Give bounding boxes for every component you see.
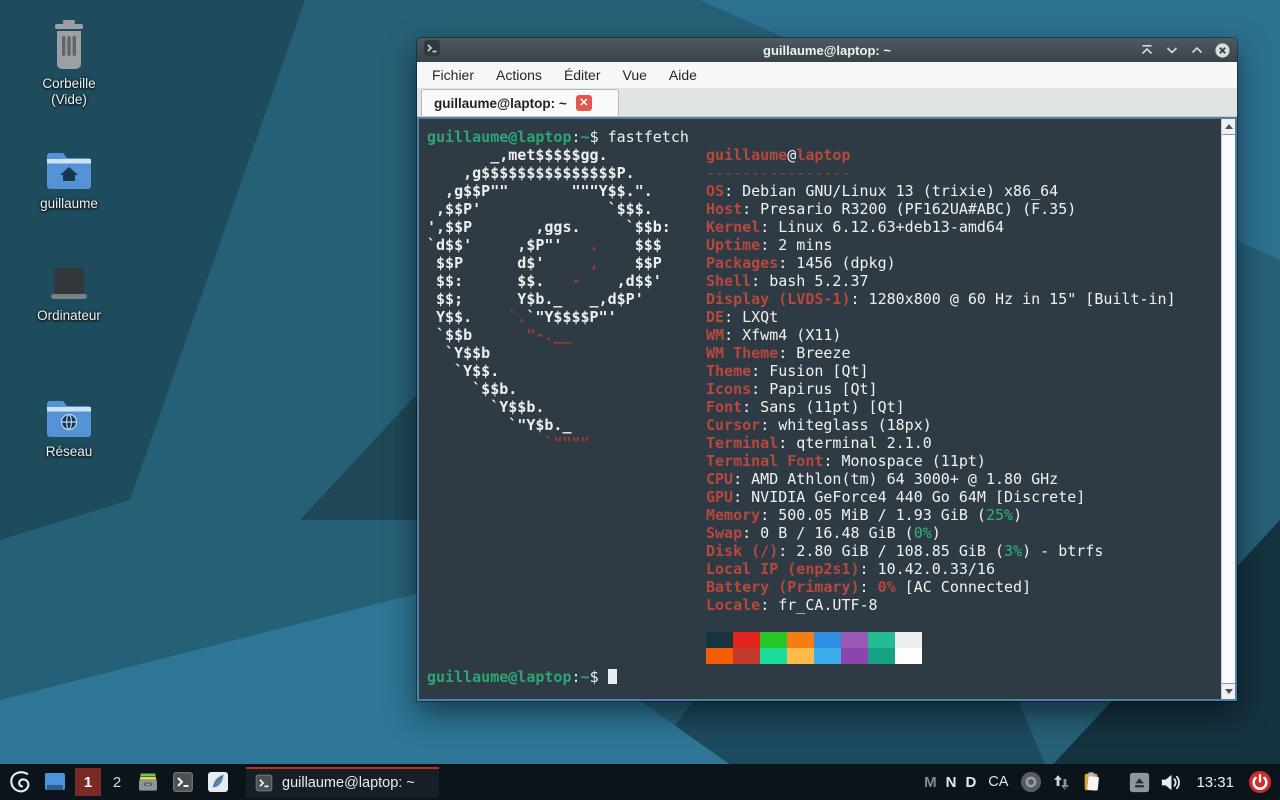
workspace-2-button[interactable]: 2 [106, 768, 128, 796]
feather-icon [206, 770, 230, 794]
menu-aide[interactable]: Aide [669, 67, 697, 83]
caps-lock-indicator[interactable]: M [924, 774, 937, 791]
fastfetch-ascii-logo: _,met$$$$$gg. ,g$$$$$$$$$$$$$$$P. ,g$$P"… [427, 146, 671, 452]
scrollbar[interactable] [1221, 119, 1235, 699]
workspace-1-button[interactable]: 1 [75, 768, 101, 796]
tray-disk-icon[interactable] [1020, 771, 1042, 793]
taskbar-window-button[interactable]: guillaume@laptop: ~ [246, 767, 439, 798]
taskbar: 1 2 guillaume@laptop [0, 764, 1280, 800]
palette-swatch [733, 648, 760, 664]
menu-editer[interactable]: Éditer [564, 67, 601, 83]
desktop-icon-network[interactable]: Réseau [17, 396, 121, 460]
window-title: guillaume@laptop: ~ [417, 43, 1237, 58]
terminal-window: guillaume@laptop: ~ [417, 38, 1237, 701]
desktop-icon-label: Corbeille (Vide) [17, 76, 121, 108]
show-desktop-button[interactable] [40, 767, 70, 797]
scroll-down-icon[interactable] [1222, 684, 1235, 699]
menu-fichier[interactable]: Fichier [432, 67, 474, 83]
close-button[interactable] [1215, 43, 1230, 58]
menu-vue[interactable]: Vue [623, 67, 647, 83]
ansi-palette-row1 [706, 632, 922, 648]
terminal-prompt-line: guillaume@laptop:~$ fastfetch [427, 128, 689, 146]
desktop-icon-label: Réseau [17, 444, 121, 460]
scroll-lock-indicator[interactable]: D [965, 774, 976, 791]
trash-icon [17, 18, 121, 72]
terminal-tab[interactable]: guillaume@laptop: ~ ✕ [421, 89, 619, 116]
quicklaunch-featherpad-button[interactable] [203, 767, 233, 797]
palette-swatch [706, 632, 733, 648]
terminal-viewport[interactable]: guillaume@laptop:~$ fastfetch _,met$$$$$… [417, 117, 1237, 701]
clock[interactable]: 13:31 [1196, 774, 1234, 791]
system-tray: M N D CA [924, 770, 1275, 794]
desktop-icon-computer[interactable]: Ordinateur [17, 266, 121, 324]
desktop-icon-home-folder[interactable]: guillaume [17, 148, 121, 212]
volume-icon[interactable] [1159, 771, 1182, 794]
window-titlebar[interactable]: guillaume@laptop: ~ [417, 38, 1237, 62]
palette-swatch [760, 632, 787, 648]
palette-swatch [814, 632, 841, 648]
debian-swirl-icon [7, 769, 34, 796]
terminal-cursor [608, 669, 617, 684]
palette-swatch [760, 648, 787, 664]
palette-swatch [733, 632, 760, 648]
quicklaunch-terminal-button[interactable] [168, 767, 198, 797]
palette-swatch [787, 648, 814, 664]
tab-close-icon[interactable]: ✕ [576, 95, 592, 111]
terminal-icon [254, 773, 274, 793]
palette-swatch [868, 632, 895, 648]
computer-icon [17, 266, 121, 304]
network-folder-icon [17, 396, 121, 440]
quicklaunch-drawer-button[interactable] [133, 767, 163, 797]
taskbar-window-label: guillaume@laptop: ~ [282, 775, 415, 791]
palette-swatch [895, 632, 922, 648]
menu-bar: Fichier Actions Éditer Vue Aide [417, 62, 1237, 88]
terminal-prompt-current: guillaume@laptop:~$ [427, 668, 617, 686]
drawer-icon [136, 770, 160, 794]
tab-label: guillaume@laptop: ~ [434, 96, 567, 111]
num-lock-indicator[interactable]: N [946, 774, 957, 791]
ansi-palette-row2 [706, 648, 922, 664]
palette-swatch [787, 632, 814, 648]
palette-swatch [814, 648, 841, 664]
application-menu-button[interactable] [5, 767, 35, 797]
tray-clipboard-icon[interactable] [1081, 771, 1103, 793]
menu-actions[interactable]: Actions [496, 67, 542, 83]
power-icon [1248, 770, 1272, 794]
palette-swatch [706, 648, 733, 664]
terminal-icon [171, 770, 195, 794]
leave-button[interactable] [1248, 770, 1272, 794]
palette-swatch [841, 648, 868, 664]
tray-network-icon[interactable] [1051, 772, 1072, 793]
fastfetch-info: guillaume@laptop ---------------- OS: De… [706, 146, 1176, 614]
palette-swatch [841, 632, 868, 648]
shade-button[interactable] [1140, 43, 1154, 57]
palette-swatch [868, 648, 895, 664]
palette-swatch [895, 648, 922, 664]
home-folder-icon [17, 148, 121, 192]
scrollbar-thumb[interactable] [1222, 134, 1235, 684]
desktop-icon-label: guillaume [17, 196, 121, 212]
scroll-up-icon[interactable] [1222, 119, 1235, 134]
desktop-icon-trash[interactable]: Corbeille (Vide) [17, 18, 121, 108]
tray-eject-icon[interactable] [1129, 772, 1150, 793]
tab-bar: guillaume@laptop: ~ ✕ [417, 88, 1237, 117]
keyboard-layout-indicator[interactable]: CA [988, 774, 1008, 790]
desktop-icon-label: Ordinateur [17, 308, 121, 324]
minimize-button[interactable] [1165, 43, 1179, 57]
desktop-icon [43, 770, 67, 794]
maximize-button[interactable] [1190, 43, 1204, 57]
